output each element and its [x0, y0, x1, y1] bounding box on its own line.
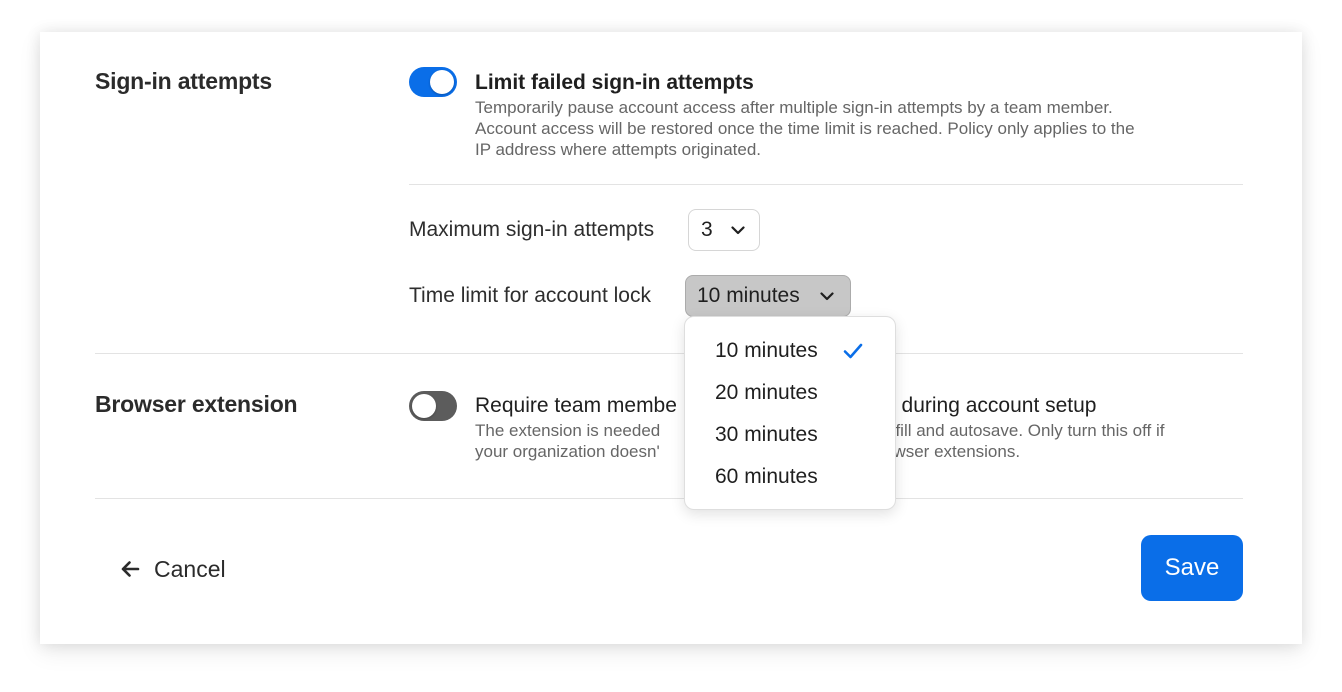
require-extension-description-line2-left: your organization doesn' [475, 442, 660, 461]
require-extension-description-line1-right: ofill and autosave. Only turn this off i… [886, 421, 1165, 440]
description-line: Temporarily pause account access after m… [475, 98, 1113, 117]
dropdown-option-60-minutes[interactable]: 60 minutes [685, 456, 895, 498]
cancel-label: Cancel [154, 555, 226, 582]
option-label: 20 minutes [715, 381, 818, 404]
toggle-knob [412, 394, 436, 418]
section-title-sign-in: Sign-in attempts [95, 68, 272, 94]
description-line: Account access will be restored once the… [475, 119, 1135, 138]
arrow-left-icon [121, 561, 140, 577]
cancel-button[interactable]: Cancel [120, 554, 226, 584]
limit-sign-in-title: Limit failed sign-in attempts [475, 71, 754, 94]
dropdown-option-20-minutes[interactable]: 20 minutes [685, 372, 895, 414]
chevron-down-icon [820, 291, 834, 300]
dropdown-option-30-minutes[interactable]: 30 minutes [685, 414, 895, 456]
option-label: 60 minutes [715, 465, 818, 488]
time-limit-dropdown-menu: 10 minutes 20 minutes 30 minutes 60 minu… [684, 316, 896, 510]
divider [409, 184, 1243, 185]
require-extension-title-left: Require team membe [475, 394, 677, 417]
time-limit-select[interactable]: 10 minutes [685, 275, 851, 317]
max-attempts-value: 3 [701, 218, 713, 241]
section-divider [95, 353, 1243, 354]
time-limit-value: 10 minutes [697, 284, 800, 307]
section-title-browser-extension: Browser extension [95, 391, 298, 417]
chevron-down-icon [731, 225, 745, 234]
max-attempts-select[interactable]: 3 [688, 209, 760, 251]
toggle-knob [430, 70, 454, 94]
require-extension-toggle[interactable] [409, 391, 457, 421]
save-button[interactable]: Save [1141, 535, 1243, 601]
require-extension-description-line1-left: The extension is needed [475, 421, 661, 440]
max-attempts-label: Maximum sign-in attempts [409, 218, 655, 241]
option-label: 30 minutes [715, 423, 818, 446]
limit-sign-in-description: Temporarily pause account access after m… [475, 97, 1245, 160]
description-line: IP address where attempts originated. [475, 140, 762, 159]
limit-sign-in-toggle[interactable] [409, 67, 457, 97]
dropdown-option-10-minutes[interactable]: 10 minutes [685, 330, 895, 372]
checkmark-icon [843, 343, 863, 359]
require-extension-title-right: n during account setup [884, 394, 1097, 417]
require-extension-description-line2-right: owser extensions. [884, 442, 1021, 461]
time-limit-label: Time limit for account lock [409, 284, 651, 307]
section-divider [95, 498, 1243, 499]
option-label: 10 minutes [715, 339, 818, 362]
